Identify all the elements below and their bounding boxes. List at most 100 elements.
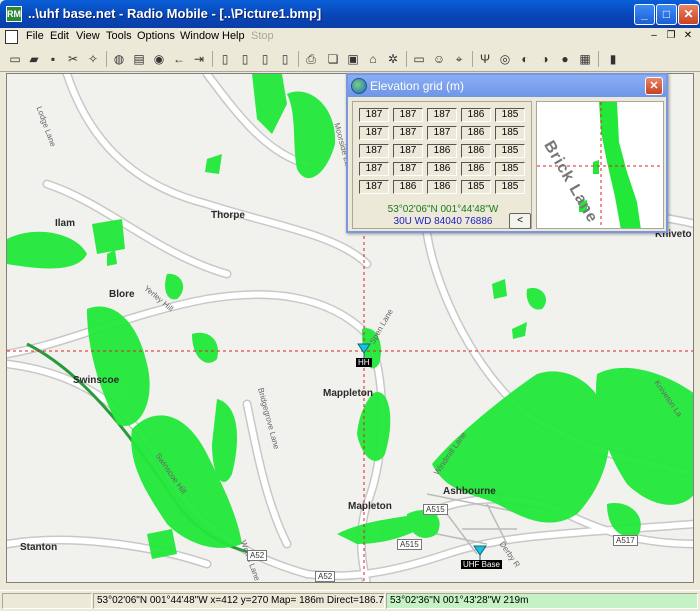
place-label: Thorpe (211, 210, 245, 221)
people-icon[interactable]: ☺ (430, 50, 448, 68)
place-label: Mappleton (323, 388, 373, 399)
elevation-cell: 185 (495, 126, 525, 140)
elevation-grid-dialog[interactable]: Elevation grid (m) ✕ 187 187 187 186 185 187 1… (346, 73, 668, 233)
site-label-uhf-base[interactable]: UHF Base (461, 560, 502, 569)
gear-icon[interactable]: ✲ (384, 50, 402, 68)
toolbar-separator (212, 51, 213, 67)
dialog-title: Elevation grid (m) (370, 79, 465, 93)
cut-tool-icon[interactable]: ✂ (64, 50, 82, 68)
chart-icon[interactable]: ▦ (576, 50, 594, 68)
elevation-cell: 185 (495, 162, 525, 176)
site-label-hh[interactable]: HH (356, 358, 372, 367)
menu-view[interactable]: View (76, 30, 100, 42)
elevation-cell: 187 (359, 144, 389, 158)
elevation-cell: 185 (461, 180, 491, 194)
title-bar[interactable]: RM ..\uhf base.net - Radio Mobile - [..\… (0, 0, 700, 28)
coverage-icon[interactable]: ◑ (536, 50, 554, 68)
elevation-cell: 187 (427, 126, 457, 140)
radar-icon[interactable]: ◐ (516, 50, 534, 68)
road-shield: A515 (423, 504, 448, 515)
save-icon[interactable]: ▪ (44, 50, 62, 68)
menu-stop: Stop (251, 30, 274, 42)
place-label: Stanton (20, 542, 58, 553)
page-icon[interactable]: ▯ (216, 50, 234, 68)
window-title: ..\uhf base.net - Radio Mobile - [..\Pic… (28, 6, 322, 21)
dialog-close-button[interactable]: ✕ (645, 77, 663, 95)
latlon-readout: 53°02'06"N 001°44'48"W (387, 204, 499, 215)
road-shield: A52 (247, 550, 268, 561)
printer-icon[interactable]: ▤ (130, 50, 148, 68)
menu-edit[interactable]: Edit (50, 30, 69, 42)
exit-icon[interactable]: ▮ (604, 50, 622, 68)
tower-icon[interactable]: ⌂ (364, 50, 382, 68)
close-button[interactable]: ✕ (678, 4, 699, 25)
copy-icon[interactable]: ❏ (324, 50, 342, 68)
place-label: Mapleton (348, 501, 392, 512)
menu-options[interactable]: Options (137, 30, 175, 42)
menu-help[interactable]: Help (222, 30, 245, 42)
status-remote-position: 53°02'36"N 001°43'28"W 219m (386, 593, 698, 609)
menu-window[interactable]: Window (180, 30, 219, 42)
elevation-cell: 186 (427, 162, 457, 176)
app-icon[interactable]: RM (6, 6, 22, 22)
color-icon[interactable]: ● (556, 50, 574, 68)
status-position: 53°02'06"N 001°44'48"W x=412 y=270 Map= … (93, 593, 385, 609)
page-zoom-icon[interactable]: ▯ (276, 50, 294, 68)
place-label: Swinscoe (73, 375, 120, 386)
utm-readout: 30U WD 84040 76886 (393, 216, 493, 227)
document-icon[interactable] (5, 30, 18, 44)
forward-arrow-icon[interactable]: ⇥ (190, 50, 208, 68)
new-folder-icon[interactable]: ▭ (6, 50, 24, 68)
toolbar-separator (298, 51, 299, 67)
elevation-cell: 186 (427, 180, 457, 194)
elevation-cell: 186 (461, 162, 491, 176)
elevation-cell: 186 (461, 108, 491, 122)
tuning-fork-icon[interactable]: Ψ (476, 50, 494, 68)
maximize-button[interactable]: □ (656, 4, 677, 25)
elevation-cell: 187 (393, 144, 423, 158)
status-bar: 53°02'06"N 001°44'48"W x=412 y=270 Map= … (0, 590, 700, 611)
elevation-cell: 186 (427, 144, 457, 158)
globe-icon (351, 78, 367, 94)
toolbar-separator (106, 51, 107, 67)
elevation-cell: 186 (393, 180, 423, 194)
page-link-icon[interactable]: ▯ (236, 50, 254, 68)
elevation-cell: 187 (393, 126, 423, 140)
globe-grid-icon[interactable]: ◉ (150, 50, 168, 68)
elevation-cell: 186 (461, 144, 491, 158)
mdi-restore-button[interactable]: ❐ (663, 29, 679, 44)
globe-icon[interactable]: ◍ (110, 50, 128, 68)
back-arrow-icon[interactable]: ← (170, 50, 188, 68)
toolbar-separator (598, 51, 599, 67)
wand-icon[interactable]: ✧ (84, 50, 102, 68)
previous-button[interactable]: < (509, 213, 531, 229)
dialog-title-bar[interactable]: Elevation grid (m) ✕ (348, 75, 666, 97)
page-edit-icon[interactable]: ▯ (256, 50, 274, 68)
elevation-cell: 187 (359, 126, 389, 140)
target-icon[interactable]: ◎ (496, 50, 514, 68)
toolbar-separator (472, 51, 473, 67)
elevation-preview: Brick Lane (536, 101, 664, 229)
elevation-cell: 185 (495, 144, 525, 158)
focus-icon[interactable]: ⌖ (450, 50, 468, 68)
mdi-minimize-button[interactable]: – (646, 29, 662, 44)
menu-bar: File Edit View Tools Options Window Help… (0, 28, 700, 46)
print-icon[interactable]: ⎙ (302, 50, 320, 68)
elevation-cell: 187 (359, 162, 389, 176)
elevation-cell: 187 (393, 108, 423, 122)
toolbar: ▭ ▰ ▪ ✂ ✧ ◍ ▤ ◉ ← ⇥ ▯ ▯ ▯ ▯ ⎙ ❏ ▣ ⌂ ✲ ▭ … (0, 46, 700, 72)
menu-tools[interactable]: Tools (106, 30, 132, 42)
minimize-button[interactable]: _ (634, 4, 655, 25)
menu-file[interactable]: File (26, 30, 44, 42)
mdi-close-button[interactable]: ✕ (680, 29, 696, 44)
elevation-cell: 187 (393, 162, 423, 176)
open-folder-icon[interactable]: ▰ (25, 50, 43, 68)
elevation-cell: 185 (495, 180, 525, 194)
elevation-cell: 186 (461, 126, 491, 140)
elevation-cell: 185 (495, 108, 525, 122)
place-label: Ilam (55, 218, 76, 229)
window-icon[interactable]: ▭ (410, 50, 428, 68)
paste-icon[interactable]: ▣ (344, 50, 362, 68)
elevation-cell: 187 (427, 108, 457, 122)
road-shield: A52 (315, 571, 336, 582)
